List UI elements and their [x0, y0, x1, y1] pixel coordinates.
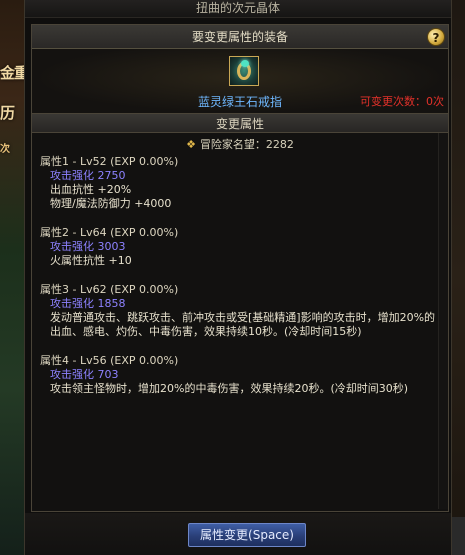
attribute-line: 发动普通攻击、跳跃攻击、前冲攻击或受[基础精通]影响的攻击时，增加20%的出血、…: [50, 311, 436, 338]
adventurer-fame: ❖ 冒险家名望：2282: [40, 137, 440, 153]
attribute-title: 属性2 - Lv64 (EXP 0.00%): [40, 226, 179, 239]
background-text: 次: [0, 144, 10, 155]
change-attribute-button[interactable]: 属性变更(Space): [188, 523, 306, 547]
equipment-slot-area: 蓝灵绿王石戒指 可变更次数：0次: [32, 49, 448, 113]
attribute-line: 攻击领主怪物时，增加20%的中毒伤害，效果持续20秒。(冷却时间30秒): [50, 382, 409, 395]
equipment-panel: 要变更属性的装备 ? 蓝灵绿王石戒指 可变更次数：0次 变更属性 ❖ 冒险家名望：…: [31, 24, 449, 512]
equip-panel-header: 要变更属性的装备: [32, 25, 448, 49]
attribute-line: 物理/魔法防御力 +4000: [50, 197, 172, 210]
window-title[interactable]: 扭曲的次元晶体: [25, 0, 451, 18]
help-icon[interactable]: ?: [427, 28, 445, 46]
attribute-line: 出血抗性 +20%: [50, 183, 132, 196]
attack-boost: 攻击强化 703: [50, 368, 119, 381]
fame-icon: ❖: [186, 138, 196, 151]
fame-label: 冒险家名望：2282: [199, 138, 294, 151]
attribute-line: 火属性抗性 +10: [50, 254, 132, 267]
attribute-title: 属性4 - Lv56 (EXP 0.00%): [40, 354, 179, 367]
background-text: 历: [0, 104, 16, 122]
attack-boost: 攻击强化 2750: [50, 169, 126, 182]
attribute-entry[interactable]: 属性3 - Lv62 (EXP 0.00%) 攻击强化 1858 发动普通攻击、…: [40, 283, 440, 339]
attack-boost: 攻击强化 1858: [50, 297, 126, 310]
background-scene-right: [451, 0, 465, 555]
attribute-entry[interactable]: 属性4 - Lv56 (EXP 0.00%) 攻击强化 703 攻击领主怪物时，…: [40, 354, 440, 396]
attribute-entry[interactable]: 属性2 - Lv64 (EXP 0.00%) 攻击强化 3003 火属性抗性 +…: [40, 226, 440, 268]
change-attributes-header: 变更属性: [32, 113, 448, 133]
attribute-entry[interactable]: 属性1 - Lv52 (EXP 0.00%) 攻击强化 2750 出血抗性 +2…: [40, 155, 440, 211]
dialog-footer: 属性变更(Space): [25, 513, 451, 555]
ring-item-icon[interactable]: [229, 56, 259, 86]
attack-boost: 攻击强化 3003: [50, 240, 126, 253]
attribute-title: 属性3 - Lv62 (EXP 0.00%): [40, 283, 179, 296]
change-count-label: 可变更次数：0次: [360, 95, 444, 108]
ring-gem: [241, 60, 249, 67]
attribute-scrollbar[interactable]: [438, 133, 448, 509]
attribute-title: 属性1 - Lv52 (EXP 0.00%): [40, 155, 179, 168]
dimension-crystal-dialog: 扭曲的次元晶体 要变更属性的装备 ? 蓝灵绿王石戒指 可变更次数：0次 变更属性…: [24, 0, 452, 555]
attribute-list: ❖ 冒险家名望：2282 属性1 - Lv52 (EXP 0.00%) 攻击强化 …: [32, 133, 448, 509]
